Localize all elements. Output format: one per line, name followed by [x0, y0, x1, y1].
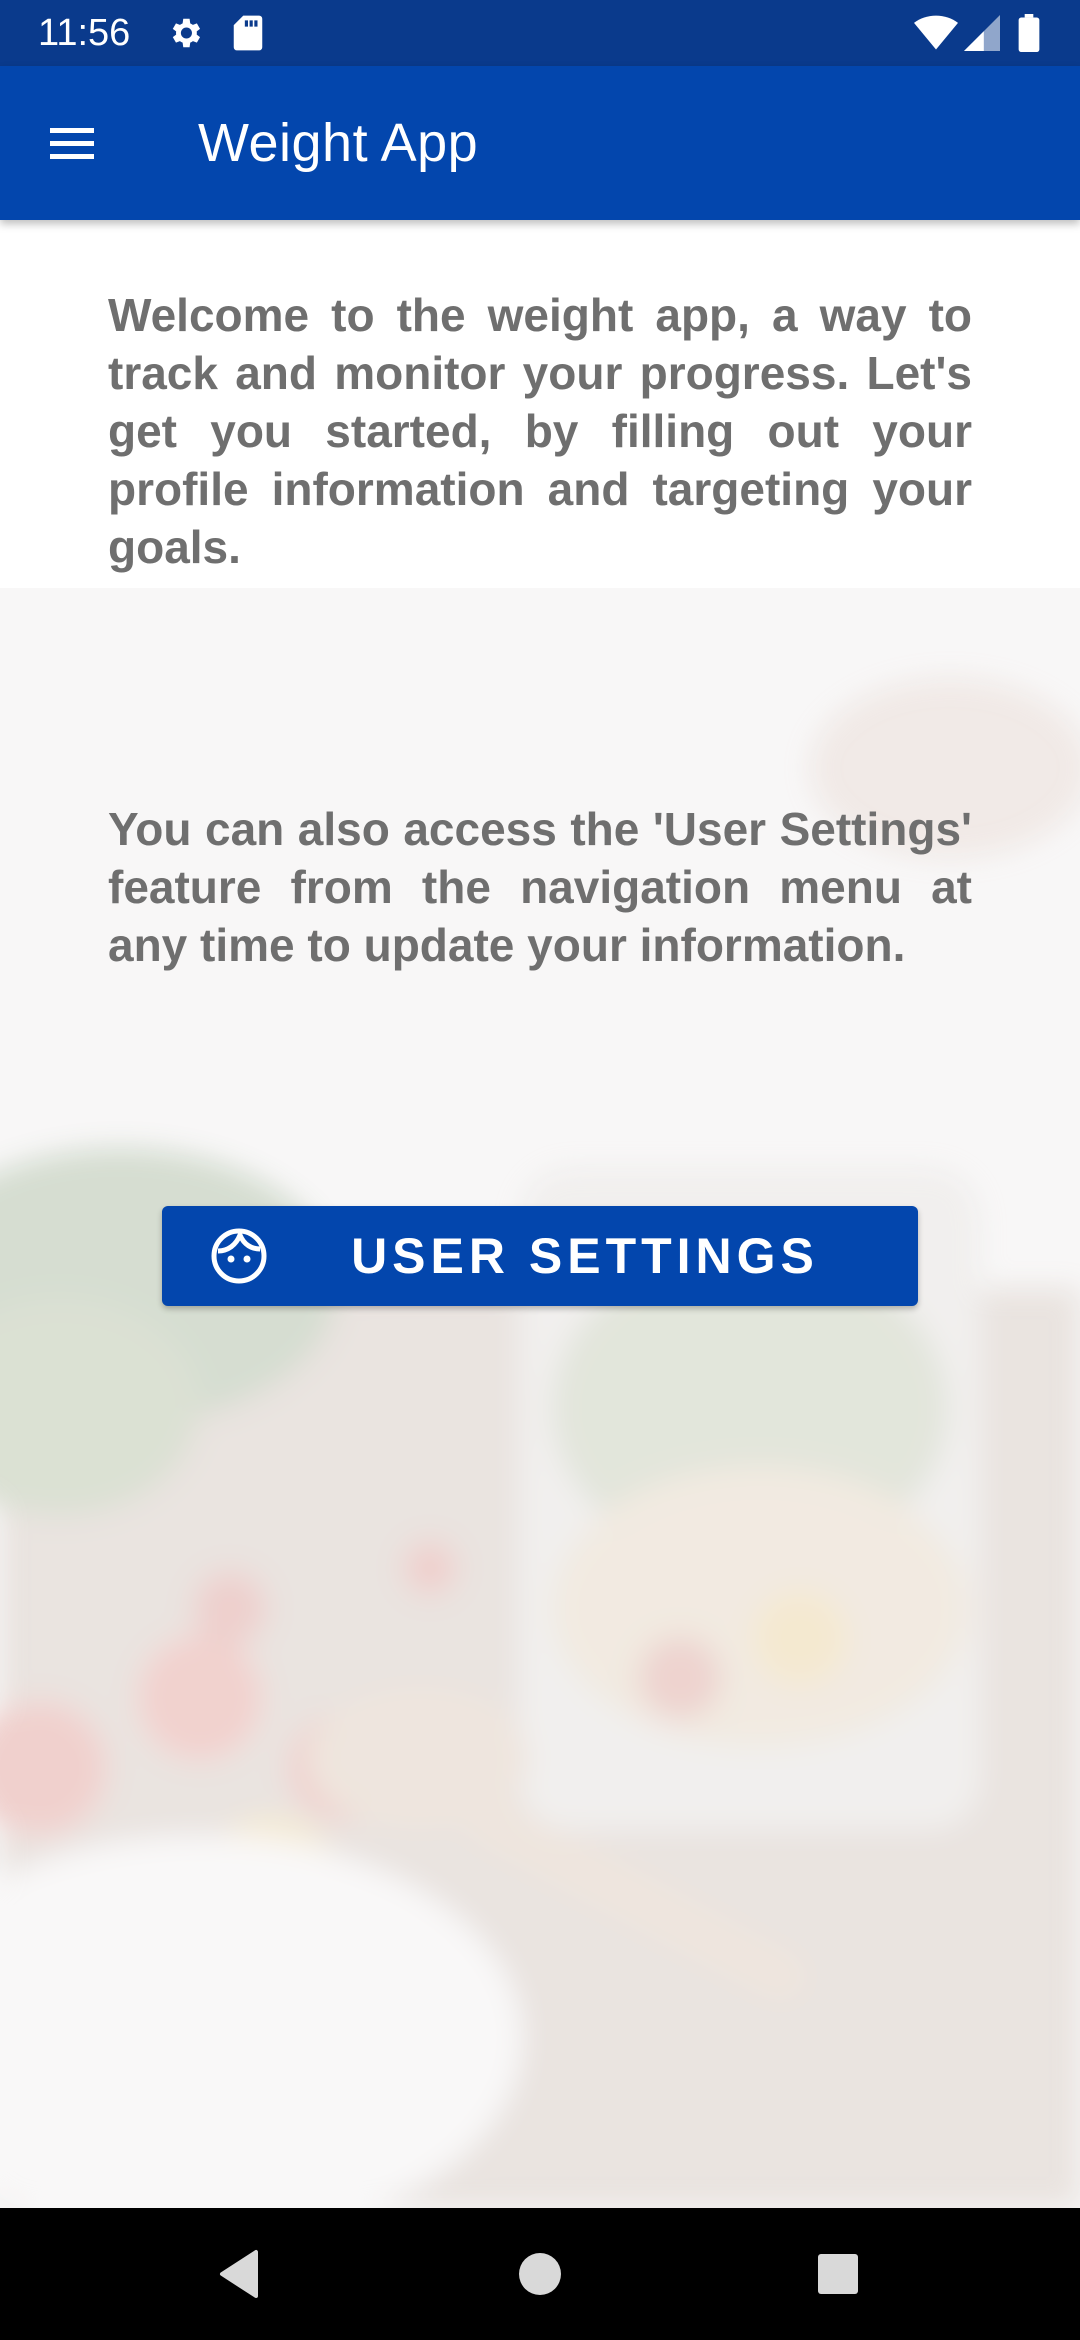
- app-bar: Weight App: [0, 66, 1080, 220]
- back-icon: [220, 2250, 258, 2298]
- signal-icon: [964, 14, 1000, 57]
- system-navigation-bar: [0, 2208, 1080, 2340]
- settings-hint-text: You can also access the 'User Settings' …: [108, 803, 972, 971]
- back-button[interactable]: [212, 2246, 268, 2302]
- battery-icon: [1018, 14, 1040, 57]
- menu-button[interactable]: [36, 108, 108, 180]
- gear-icon: [166, 14, 204, 57]
- welcome-text: Welcome to the weight app, a way to trac…: [108, 289, 972, 573]
- user-settings-button-label: USER SETTINGS: [351, 1228, 819, 1284]
- user-settings-button[interactable]: USER SETTINGS: [162, 1206, 918, 1306]
- status-bar: 11:56: [0, 0, 1080, 66]
- recents-icon: [818, 2254, 858, 2294]
- recents-button[interactable]: [810, 2246, 866, 2302]
- sd-card-icon: [232, 14, 264, 57]
- status-time: 11:56: [38, 12, 131, 54]
- face-icon: [210, 1227, 268, 1285]
- wifi-icon: [914, 14, 958, 57]
- hamburger-menu-icon: [50, 128, 94, 159]
- app-title: Weight App: [198, 113, 479, 173]
- home-button[interactable]: [512, 2246, 568, 2302]
- home-icon: [519, 2253, 561, 2295]
